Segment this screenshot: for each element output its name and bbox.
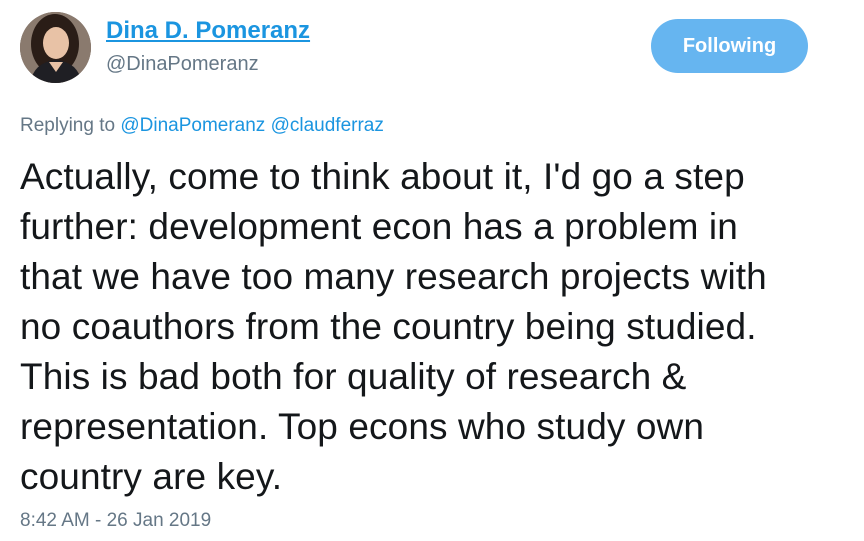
tweet-text-line: representation. Top econs who study own [20,406,705,447]
replying-to-label: Replying to [20,115,116,136]
following-button[interactable]: Following [651,19,808,73]
reply-mention-link[interactable]: @DinaPomeranz [120,115,265,136]
avatar[interactable] [20,12,91,83]
tweet-text-line: no coauthors from the country being stud… [20,306,757,347]
tweet-text-line: This is bad both for quality of research… [20,356,687,397]
tweet-text-line: further: development econ has a problem … [20,206,738,247]
author-handle: @DinaPomeranz [106,53,259,75]
reply-mention-link[interactable]: @claudferraz [271,115,384,136]
author-display-name[interactable]: Dina D. Pomeranz [106,17,310,45]
tweet-text-line: Actually, come to think about it, I'd go… [20,156,745,197]
tweet-text-line: country are key. [20,456,283,497]
tweet-text: Actually, come to think about it, I'd go… [20,152,855,502]
replying-to-line: Replying to @DinaPomeranz @claudferraz [20,115,384,137]
profile-photo-icon [20,12,91,83]
tweet-timestamp[interactable]: 8:42 AM - 26 Jan 2019 [20,510,211,532]
tweet-text-line: that we have too many research projects … [20,256,767,297]
